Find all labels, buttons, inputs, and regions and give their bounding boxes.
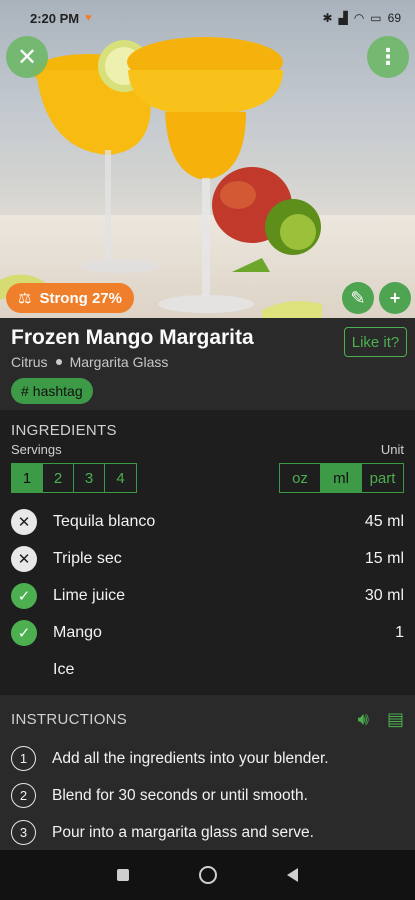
servings-option[interactable]: 4 <box>105 464 136 492</box>
step-text: Blend for 30 seconds or until smooth. <box>52 786 308 804</box>
strength-icon: ⚖ <box>18 290 32 307</box>
ingredient-amount: 1 <box>395 623 404 641</box>
ingredient-list: ✕ Tequila blanco 45 ml ✕ Triple sec 15 m… <box>11 503 404 688</box>
check-icon: ✓ <box>11 582 37 609</box>
unit-selector: oz ml part <box>279 463 404 493</box>
battery-icon: ▭ <box>370 11 382 25</box>
instructions-heading: INSTRUCTIONS <box>11 711 128 728</box>
ingredients-heading: INGREDIENTS <box>11 422 117 439</box>
unit-option[interactable]: oz <box>280 464 321 492</box>
more-vertical-icon: ⋮ <box>377 44 399 69</box>
servings-selector: 1 2 3 4 <box>11 463 137 493</box>
servings-option[interactable]: 3 <box>74 464 105 492</box>
hashtag-icon: # <box>21 383 29 399</box>
system-nav-bar <box>0 850 415 900</box>
step-number: 1 <box>11 746 36 771</box>
notification-icon: ♥ <box>85 12 92 24</box>
like-button[interactable]: Like it? <box>344 327 407 357</box>
notes-icon[interactable]: ▤ <box>387 709 404 730</box>
ingredient-name: Triple sec <box>53 549 122 567</box>
wifi-icon: ◠ <box>353 11 365 25</box>
signal-icon: ▟ <box>338 11 348 25</box>
status-icons: ✱ ▟ ◠ ▭ 69 <box>323 11 401 25</box>
separator-dot <box>55 359 62 365</box>
recents-icon[interactable] <box>117 869 129 881</box>
ingredient-amount: 15 ml <box>364 549 404 567</box>
status-time: 2:20 PM <box>30 10 80 26</box>
missing-icon: ✕ <box>11 545 37 572</box>
ingredient-name: Tequila blanco <box>53 512 156 530</box>
pencil-icon: ✎ <box>350 287 366 308</box>
ingredient-row[interactable]: ✕ Triple sec 15 ml <box>11 540 404 577</box>
drink-header: Frozen Mango Margarita Citrus Margarita … <box>0 318 415 410</box>
servings-label: Servings <box>11 442 62 457</box>
edit-button[interactable]: ✎ <box>342 282 374 314</box>
margarita-illustration <box>0 37 322 318</box>
ingredient-name: Lime juice <box>53 586 126 604</box>
unit-label: Unit <box>380 442 404 457</box>
step-text: Add all the ingredients into your blende… <box>52 749 329 767</box>
unit-option[interactable]: ml <box>321 464 362 492</box>
ingredient-amount: 45 ml <box>364 512 404 530</box>
bluetooth-icon: ✱ <box>322 11 333 25</box>
back-icon[interactable] <box>287 868 298 882</box>
hashtag-chip[interactable]: # hashtag <box>11 378 93 404</box>
ingredients-section: INGREDIENTS Servings Unit 1 2 3 4 oz ml … <box>0 410 415 695</box>
instruction-step: 3 Pour into a margarita glass and serve. <box>11 814 404 851</box>
check-icon: ✓ <box>11 619 37 646</box>
unit-option[interactable]: part <box>362 464 403 492</box>
drink-photo <box>0 0 415 318</box>
speaker-icon[interactable]: 🔊︎ <box>358 709 369 730</box>
close-icon: ✕ <box>16 43 38 71</box>
instruction-step: 1 Add all the ingredients into your blen… <box>11 740 404 777</box>
home-icon[interactable] <box>199 866 217 884</box>
drink-glass: Margarita Glass <box>69 354 169 370</box>
ingredient-row[interactable]: ✓ Lime juice 30 ml <box>11 577 404 614</box>
missing-icon: ✕ <box>11 508 37 535</box>
add-button[interactable]: + <box>379 282 411 314</box>
plus-icon: + <box>389 287 401 308</box>
battery-level: 69 <box>387 11 401 25</box>
ingredient-amount: 30 ml <box>364 586 404 604</box>
status-bar: 2:20 PM ♥ ✱ ▟ ◠ ▭ 69 <box>0 0 415 36</box>
more-options-button[interactable]: ⋮ <box>367 36 409 78</box>
instruction-step: 2 Blend for 30 seconds or until smooth. <box>11 777 404 814</box>
strength-label: Strong 27% <box>39 289 122 307</box>
step-number: 2 <box>11 783 36 808</box>
ingredient-name: Ice <box>53 660 75 678</box>
step-number: 3 <box>11 820 36 845</box>
close-button[interactable]: ✕ <box>6 36 48 78</box>
strength-badge: ⚖ Strong 27% <box>6 283 134 313</box>
instruction-list: 1 Add all the ingredients into your blen… <box>11 740 404 851</box>
ingredient-row[interactable]: Ice <box>11 651 404 688</box>
ingredient-row[interactable]: ✕ Tequila blanco 45 ml <box>11 503 404 540</box>
servings-option[interactable]: 1 <box>12 464 43 492</box>
ingredient-row[interactable]: ✓ Mango 1 <box>11 614 404 651</box>
ingredient-name: Mango <box>53 623 102 641</box>
hashtag-label: hashtag <box>32 383 83 399</box>
servings-option[interactable]: 2 <box>43 464 74 492</box>
instructions-section: INSTRUCTIONS 🔊︎ ▤ 1 Add all the ingredie… <box>0 695 415 850</box>
drink-category: Citrus <box>11 354 48 370</box>
step-text: Pour into a margarita glass and serve. <box>52 823 314 841</box>
